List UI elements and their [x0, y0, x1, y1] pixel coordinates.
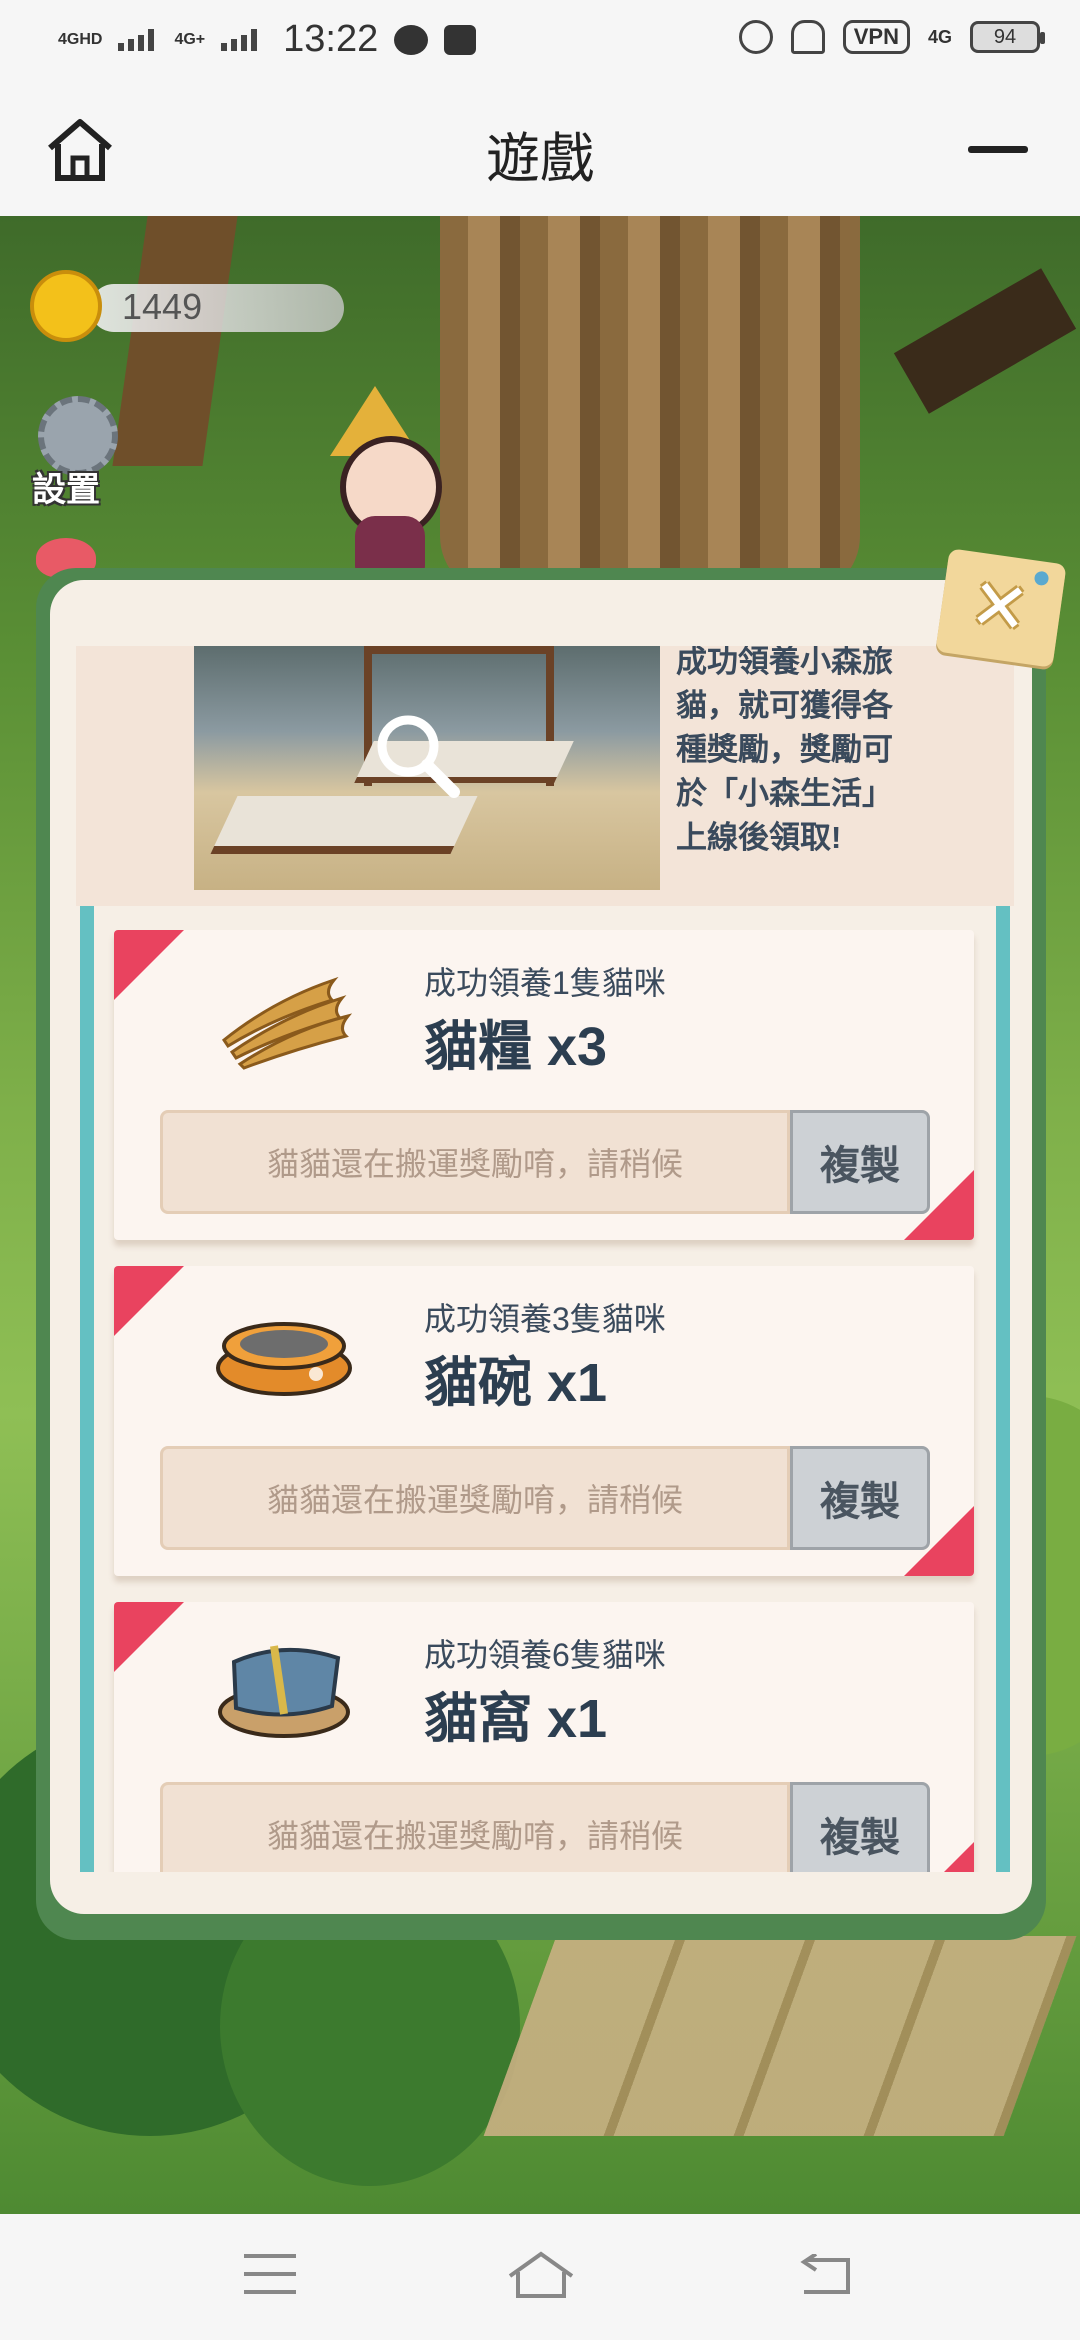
status-bar: 4GHD 4G+ 13:22 VPN 4G 94	[0, 0, 1080, 84]
tree-trunk	[440, 216, 860, 596]
signal-bars-icon	[221, 28, 261, 51]
page-title: 遊戲	[486, 129, 594, 189]
cat-bed-icon	[218, 1645, 350, 1738]
vpn-badge: VPN	[842, 20, 910, 54]
reward-name: 貓窩 x1	[424, 1689, 608, 1749]
signal-bars-icon	[118, 28, 158, 51]
mute-bell-icon	[790, 20, 825, 54]
reward-condition: 成功領養1隻貓咪	[424, 965, 666, 1001]
network-label: 4G	[927, 27, 952, 47]
chat-bubble-icon	[394, 24, 429, 55]
reward-card: 成功領養1隻貓咪 貓糧 x3 貓貓還在搬運獎勵唷，請稍候 複製	[114, 930, 974, 1240]
settings-button[interactable]: 設置	[24, 396, 134, 509]
reward-condition: 成功領養3隻貓咪	[424, 1301, 666, 1337]
system-nav-bar	[0, 2214, 1080, 2340]
reward-condition: 成功領養6隻貓咪	[424, 1637, 666, 1673]
close-button[interactable]: ✕	[935, 548, 1067, 668]
copy-button[interactable]: 複製	[790, 1782, 930, 1872]
reward-name: 貓糧 x3	[424, 1017, 608, 1077]
reward-card: 成功領養3隻貓咪 貓碗 x1 貓貓還在搬運獎勵唷，請稍候 複製	[114, 1266, 974, 1576]
coin-icon	[30, 270, 102, 342]
copy-button[interactable]: 複製	[790, 1110, 930, 1214]
intro-section: 成功領養小森旅 貓，就可獲得各 種獎勵，獎勵可 於「小森生活」 上線後領取!	[76, 646, 1014, 906]
code-placeholder: 貓貓還在搬運獎勵唷，請稍候	[266, 1146, 683, 1182]
reward-dialog: 成功領養小森旅 貓，就可獲得各 種獎勵，獎勵可 於「小森生活」 上線後領取! 成…	[36, 568, 1046, 1940]
code-placeholder: 貓貓還在搬運獎勵唷，請稍候	[266, 1818, 683, 1854]
fish-icon	[221, 976, 353, 1070]
tree-branch	[893, 268, 1077, 414]
reward-list[interactable]: 成功領養小森旅 貓，就可獲得各 種獎勵，獎勵可 於「小森生活」 上線後領取! 成…	[76, 646, 1014, 1872]
minus-icon[interactable]	[968, 146, 1028, 153]
close-icon: ✕	[965, 564, 1034, 650]
code-placeholder: 貓貓還在搬運獎勵唷，請稍候	[266, 1482, 683, 1518]
character-sprite	[300, 376, 470, 586]
coin-counter: 1449	[30, 270, 344, 342]
reward-name: 貓碗 x1	[424, 1353, 608, 1413]
coin-value: 1449	[122, 286, 203, 327]
settings-label: 設置	[32, 471, 100, 509]
back-icon[interactable]	[794, 2254, 854, 2298]
reward-card: 成功領養6隻貓咪 貓窩 x1 貓貓還在搬運獎勵唷，請稍候 複製	[114, 1602, 974, 1872]
battery-icon: 94	[970, 21, 1045, 53]
copy-button[interactable]: 複製	[790, 1446, 930, 1550]
intro-image[interactable]	[194, 646, 660, 890]
image-notification-icon	[444, 24, 477, 55]
bowl-icon	[216, 1322, 352, 1396]
reward-code-field[interactable]: 貓貓還在搬運獎勵唷，請稍候	[160, 1110, 790, 1214]
farm-field	[483, 1936, 1077, 2136]
status-time: 13:22	[283, 18, 379, 60]
app-header: 遊戲	[0, 84, 1080, 216]
intro-text: 成功領養小森旅 貓，就可獲得各 種獎勵，獎勵可 於「小森生活」 上線後領取!	[676, 646, 893, 855]
reward-code-field[interactable]: 貓貓還在搬運獎勵唷，請稍候	[160, 1446, 790, 1550]
nav-home-icon[interactable]	[506, 2250, 576, 2300]
alarm-icon	[738, 20, 773, 54]
magnifier-icon	[377, 715, 460, 798]
signal-label-2: 4G+	[174, 30, 206, 48]
signal-label-1: 4GHD	[58, 30, 103, 48]
reward-code-field[interactable]: 貓貓還在搬運獎勵唷，請稍候	[160, 1782, 790, 1872]
recent-apps-button[interactable]	[244, 2254, 296, 2294]
